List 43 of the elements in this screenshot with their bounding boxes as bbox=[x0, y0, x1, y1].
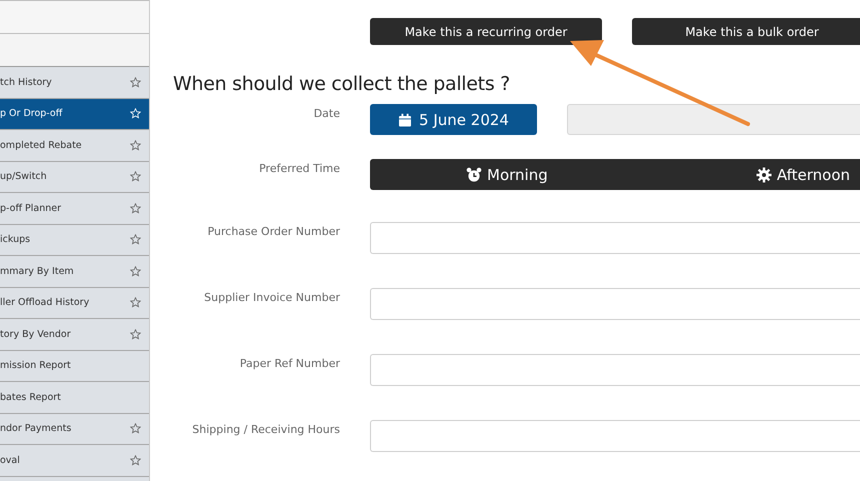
action-button[interactable]: Make this a recurring order bbox=[370, 18, 602, 45]
input-field[interactable] bbox=[370, 420, 860, 452]
star-icon[interactable] bbox=[130, 297, 141, 308]
input-field[interactable] bbox=[370, 222, 860, 254]
sidebar-item[interactable]: ller Offload History bbox=[0, 288, 149, 319]
star-icon[interactable] bbox=[130, 76, 141, 88]
time-option[interactable]: Afternoon bbox=[756, 166, 850, 184]
sidebar-item[interactable]: bates Report bbox=[0, 382, 149, 414]
sidebar-item[interactable]: p Or Drop-off bbox=[0, 98, 149, 130]
calendar-icon bbox=[398, 112, 412, 126]
field-label: Date bbox=[312, 106, 340, 120]
sidebar-item[interactable]: ompleted Rebate bbox=[0, 130, 149, 162]
sidebar-item[interactable]: ickups bbox=[0, 224, 149, 256]
field-label: Supplier Invoice Number bbox=[203, 290, 340, 304]
field-label: Paper Ref Number bbox=[238, 356, 340, 370]
star-icon[interactable] bbox=[130, 328, 141, 340]
sidebar-item[interactable]: up/Switch bbox=[0, 162, 149, 193]
alarm-clock-icon bbox=[466, 166, 482, 182]
field-label: Shipping / Receiving Hours bbox=[191, 422, 340, 436]
gear-icon bbox=[756, 166, 772, 182]
star-icon[interactable] bbox=[130, 423, 141, 434]
sidebar-item[interactable]: mission Report bbox=[0, 350, 149, 382]
star-icon[interactable] bbox=[130, 454, 141, 466]
input-field[interactable] bbox=[567, 104, 860, 135]
sidebar-item[interactable]: mmary By Item bbox=[0, 256, 149, 288]
field-label: Preferred Time bbox=[258, 161, 340, 175]
sidebar-item[interactable]: ndor Payments bbox=[0, 414, 149, 445]
star-icon[interactable] bbox=[130, 171, 141, 182]
sidebar-item[interactable]: tory By Vendor bbox=[0, 319, 149, 350]
time-option[interactable]: Morning bbox=[466, 166, 548, 184]
sidebar-item[interactable]: p-off Planner bbox=[0, 193, 149, 224]
time-toggle[interactable]: Morning Afternoon bbox=[370, 159, 860, 190]
section-heading: When should we collect the pallets ? bbox=[173, 73, 511, 95]
star-icon[interactable] bbox=[130, 234, 141, 246]
star-icon[interactable] bbox=[130, 202, 141, 214]
field-label: Purchase Order Number bbox=[206, 224, 340, 238]
action-button[interactable]: Make this a bulk order bbox=[632, 18, 860, 45]
star-icon[interactable] bbox=[130, 266, 141, 277]
star-icon[interactable] bbox=[130, 140, 141, 151]
input-field[interactable] bbox=[370, 354, 860, 386]
input-field[interactable] bbox=[370, 288, 860, 320]
date-button[interactable]: 5 June 2024 bbox=[370, 104, 537, 135]
sidebar-item[interactable]: oval bbox=[0, 445, 149, 476]
